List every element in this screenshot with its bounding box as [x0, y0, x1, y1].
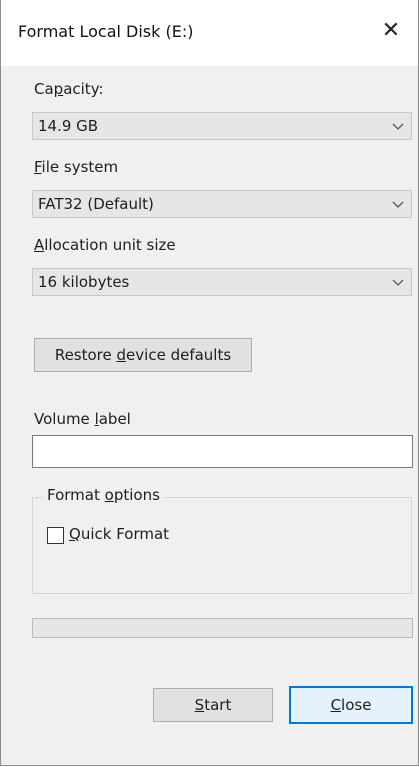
file-system-value: FAT32 (Default) [38, 195, 154, 213]
chevron-down-icon [392, 123, 404, 130]
quick-format-checkbox[interactable] [47, 527, 64, 544]
close-icon[interactable]: ✕ [376, 16, 406, 46]
allocation-value: 16 kilobytes [38, 273, 130, 291]
close-button[interactable]: Close [289, 686, 413, 724]
volume-label-input[interactable] [32, 435, 413, 468]
quick-format-label[interactable]: Quick Format [69, 525, 169, 543]
capacity-label: Capacity: [34, 80, 104, 98]
allocation-select[interactable]: 16 kilobytes [32, 268, 412, 296]
file-system-label: File system [34, 158, 119, 176]
capacity-select[interactable]: 14.9 GB [32, 112, 412, 140]
format-dialog: Format Local Disk (E:) ✕ Capacity: 14.9 … [0, 0, 419, 766]
chevron-down-icon [392, 279, 404, 286]
window-title: Format Local Disk (E:) [18, 22, 194, 41]
allocation-label: Allocation unit size [34, 236, 176, 254]
title-bar: Format Local Disk (E:) ✕ [1, 0, 418, 66]
volume-label-label: Volume label [34, 410, 131, 428]
format-progress-bar [32, 618, 413, 638]
format-options-group [32, 497, 412, 594]
capacity-value: 14.9 GB [38, 117, 99, 135]
format-options-legend: Format options [43, 486, 164, 504]
file-system-select[interactable]: FAT32 (Default) [32, 190, 412, 218]
restore-defaults-button[interactable]: Restore device defaults [34, 338, 252, 372]
chevron-down-icon [392, 201, 404, 208]
start-button[interactable]: Start [153, 688, 273, 722]
